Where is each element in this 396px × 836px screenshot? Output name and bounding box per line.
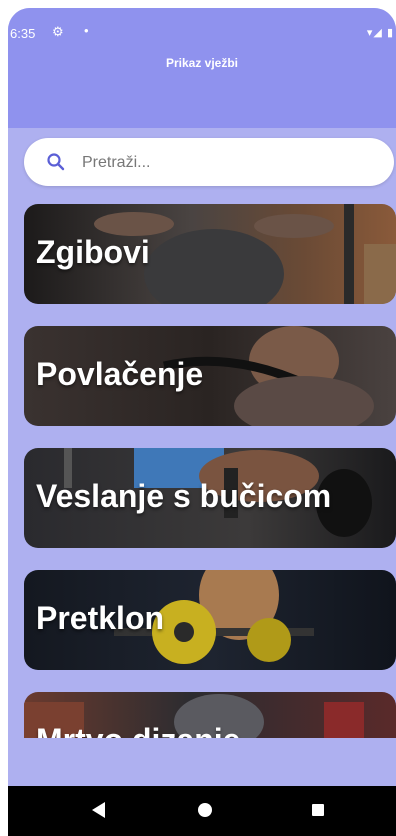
signal-battery-icon: ▾◢ ▮ xyxy=(366,27,394,39)
search-bar[interactable] xyxy=(24,138,394,186)
status-bar: 6:35 ⚙ • ▾◢ ▮ xyxy=(8,8,396,48)
system-nav-bar xyxy=(8,786,396,836)
exercise-card-mrtvo-dizanje[interactable]: Mrtvo dizanje xyxy=(24,692,396,738)
status-time: 6:35 xyxy=(10,26,36,41)
exercise-title: Pretklon xyxy=(36,600,165,636)
exercise-card-pretklon[interactable]: Pretklon xyxy=(24,570,396,670)
exercise-card-zgibovi[interactable]: Zgibovi xyxy=(24,204,396,304)
gear-icon: ⚙ xyxy=(52,24,64,39)
page-title: Prikaz vježbi xyxy=(165,56,239,70)
exercise-card-povlacenje[interactable]: Povlačenje xyxy=(24,326,396,426)
exercise-title: Povlačenje xyxy=(36,356,204,392)
search-icon xyxy=(47,153,65,171)
phone-screen: 6:35 ⚙ • ▾◢ ▮ Prikaz vježbi Pretraži... … xyxy=(8,8,396,836)
search-input[interactable] xyxy=(80,150,374,176)
home-icon[interactable] xyxy=(198,803,212,817)
recent-apps-icon[interactable] xyxy=(312,804,324,816)
back-icon[interactable] xyxy=(92,802,106,818)
exercise-title: Veslanje s bučicom xyxy=(36,478,332,514)
exercise-title: Zgibovi xyxy=(36,234,150,270)
exercise-list[interactable]: Zgibovi Povlačenje Veslanje s bučicom Pr… xyxy=(24,204,396,738)
exercise-title: Mrtvo dizanje xyxy=(36,722,240,738)
notification-dot-icon: • xyxy=(84,23,89,38)
exercise-card-veslanje[interactable]: Veslanje s bučicom xyxy=(24,448,396,548)
